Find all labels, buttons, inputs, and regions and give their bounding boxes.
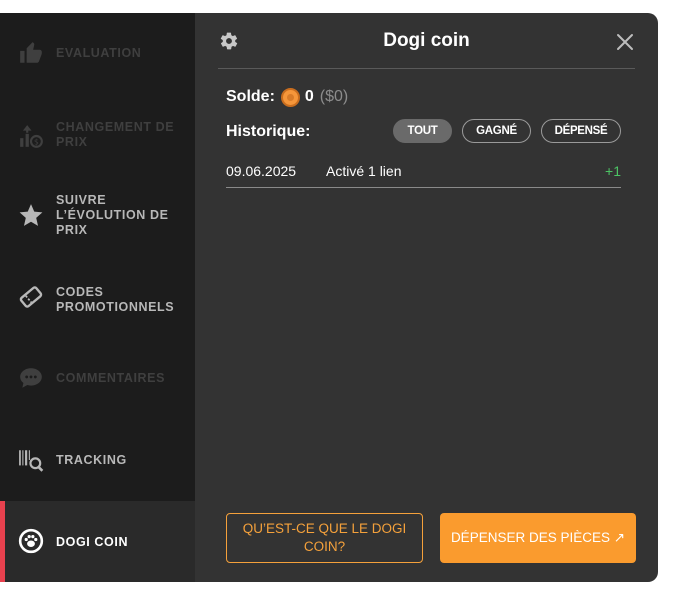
- sidebar-item-label: TRACKING: [56, 453, 127, 467]
- sidebar-item-label: CHANGEMENT DE PRIX: [56, 120, 175, 149]
- balance-label: Solde:: [226, 88, 275, 105]
- sidebar-item-price-tracking[interactable]: SUIVRE L’ÉVOLUTION DE PRIX: [0, 178, 195, 253]
- balance-value: 0: [304, 88, 314, 105]
- star-icon: [18, 202, 44, 228]
- balance-usd: ($0): [319, 88, 349, 105]
- extension-panel: EVALUATION $ CHANGEMENT DE PRIX SUIVRE L…: [0, 13, 658, 582]
- header-divider: [218, 68, 635, 69]
- sidebar-item-label: EVALUATION: [56, 46, 142, 60]
- sidebar-item-label: SUIVRE L’ÉVOLUTION DE PRIX: [56, 193, 169, 237]
- filter-spent[interactable]: DÉPENSÉ: [541, 119, 621, 143]
- row-date: 09.06.2025: [226, 163, 297, 179]
- sidebar-item-evaluation[interactable]: EVALUATION: [0, 13, 195, 93]
- ticket-icon: [18, 284, 44, 310]
- sidebar: EVALUATION $ CHANGEMENT DE PRIX SUIVRE L…: [0, 13, 195, 582]
- filter-all[interactable]: TOUT: [393, 119, 452, 143]
- balance-row: Solde: 0 ($0): [226, 86, 348, 108]
- comment-icon: [18, 365, 44, 391]
- filter-earned[interactable]: GAGNÉ: [462, 119, 531, 143]
- sidebar-item-label: COMMENTAIRES: [56, 371, 166, 385]
- sidebar-item-price-change[interactable]: $ CHANGEMENT DE PRIX: [0, 93, 195, 178]
- spend-coins-button[interactable]: DÉPENSER DES PIÈCES ↗: [440, 513, 636, 563]
- panel-title: Dogi coin: [383, 30, 470, 51]
- row-amount: +1: [605, 163, 621, 179]
- table-row: 09.06.2025 Activé 1 lien +1: [226, 163, 621, 187]
- row-divider: [226, 187, 621, 188]
- what-is-dogi-coin-button[interactable]: QU’EST-CE QUE LE DOGI COIN?: [226, 513, 423, 563]
- sidebar-item-comments[interactable]: COMMENTAIRES: [0, 338, 195, 418]
- row-description: Activé 1 lien: [326, 163, 402, 179]
- history-label: Historique:: [226, 123, 311, 140]
- active-indicator: [0, 501, 5, 582]
- svg-text:$: $: [34, 138, 39, 147]
- close-icon[interactable]: [615, 32, 635, 52]
- coin-icon: [280, 87, 300, 107]
- thumbs-up-icon: [18, 40, 44, 66]
- paw-coin-icon: [18, 528, 44, 554]
- sidebar-item-label: CODES PROMOTIONNELS: [56, 285, 175, 314]
- barcode-search-icon: [18, 447, 44, 473]
- sidebar-item-promo-codes[interactable]: CODES PROMOTIONNELS: [0, 253, 195, 338]
- sidebar-item-dogi-coin[interactable]: DOGI COIN: [0, 501, 195, 582]
- sidebar-item-tracking[interactable]: TRACKING: [0, 418, 195, 503]
- sidebar-item-label: DOGI COIN: [56, 535, 129, 549]
- main-content: Dogi coin Solde: 0 ($0) Historique: TOUT…: [195, 13, 658, 582]
- price-chart-icon: $: [18, 123, 44, 149]
